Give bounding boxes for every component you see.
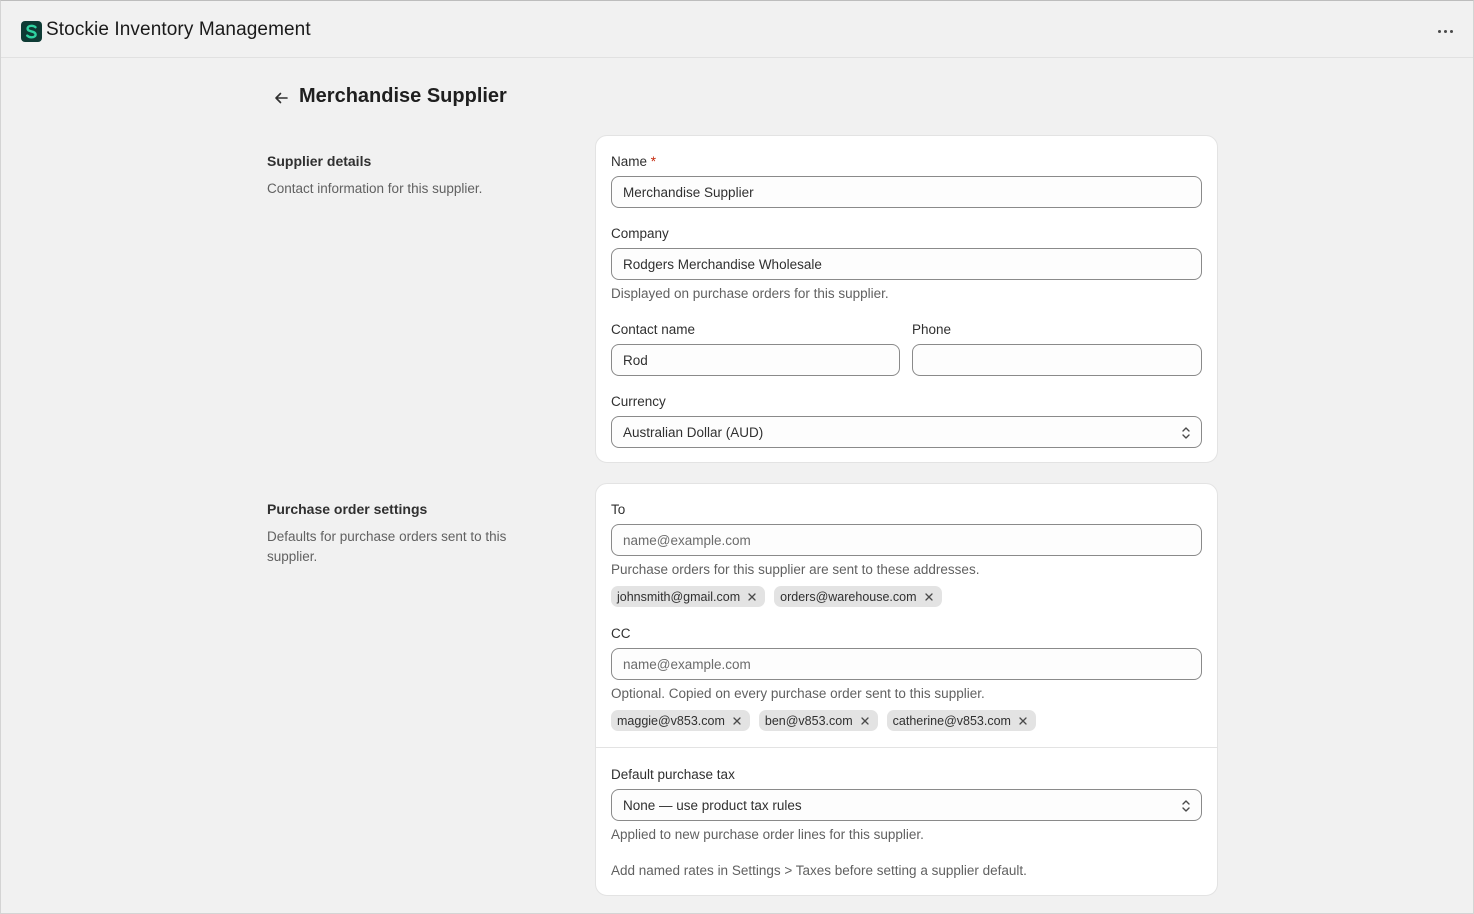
contact-name-label: Contact name [611, 322, 696, 337]
remove-icon[interactable] [922, 590, 936, 604]
name-label: Name * [611, 154, 657, 169]
select-chevron-icon [1182, 427, 1190, 439]
cc-email-chips: maggie@v853.com ben@v853.com catherine@v… [611, 710, 1036, 731]
section-divider [596, 747, 1217, 748]
company-help-text: Displayed on purchase orders for this su… [611, 286, 889, 301]
more-horizontal-icon[interactable] [1433, 21, 1457, 41]
email-chip: ben@v853.com [758, 710, 878, 731]
email-chip-label: orders@warehouse.com [780, 589, 917, 604]
default-tax-label: Default purchase tax [611, 767, 735, 782]
cc-email-input[interactable] [611, 648, 1202, 680]
remove-icon[interactable] [730, 714, 744, 728]
email-chip-label: johnsmith@gmail.com [617, 589, 741, 604]
currency-label: Currency [611, 394, 666, 409]
remove-icon[interactable] [858, 714, 872, 728]
supplier-details-card: Name * Company Displayed on purchase ord… [595, 135, 1218, 463]
app-header: Stockie Inventory Management [1, 1, 1473, 58]
default-tax-select-value: None — use product tax rules [623, 797, 802, 813]
default-tax-help-text: Applied to new purchase order lines for … [611, 827, 924, 842]
cc-label: CC [611, 626, 631, 641]
arrow-left-icon [275, 92, 288, 104]
app-window: Stockie Inventory Management Merchandise… [0, 0, 1474, 914]
select-chevron-icon [1182, 800, 1190, 812]
remove-icon[interactable] [745, 590, 759, 604]
email-chip-label: catherine@v853.com [892, 713, 1011, 728]
email-chip: catherine@v853.com [886, 710, 1036, 731]
default-tax-select[interactable]: None — use product tax rules [611, 789, 1202, 821]
to-email-input[interactable] [611, 524, 1202, 556]
page-title: Merchandise Supplier [299, 85, 507, 107]
remove-icon[interactable] [1016, 714, 1030, 728]
currency-select-value: Australian Dollar (AUD) [623, 424, 764, 440]
required-marker: * [650, 154, 657, 169]
purchase-order-settings-card: To Purchase orders for this supplier are… [595, 483, 1218, 896]
email-chip-label: maggie@v853.com [617, 713, 725, 728]
supplier-details-description: Contact information for this supplier. [267, 181, 483, 196]
to-label: To [611, 502, 626, 517]
company-input[interactable] [611, 248, 1202, 280]
to-help-text: Purchase orders for this supplier are se… [611, 562, 980, 577]
email-chip-label: ben@v853.com [764, 713, 853, 728]
back-button[interactable] [269, 86, 293, 110]
contact-name-input[interactable] [611, 344, 900, 376]
app-logo-icon [21, 21, 42, 42]
currency-select[interactable]: Australian Dollar (AUD) [611, 416, 1202, 448]
email-chip: orders@warehouse.com [774, 586, 942, 607]
tax-settings-note: Add named rates in Settings > Taxes befo… [611, 863, 1027, 878]
purchase-order-settings-title: Purchase order settings [267, 501, 428, 517]
app-title: Stockie Inventory Management [46, 19, 311, 40]
phone-input[interactable] [912, 344, 1202, 376]
supplier-details-title: Supplier details [267, 153, 372, 169]
cc-help-text: Optional. Copied on every purchase order… [611, 686, 985, 701]
purchase-order-settings-description: Defaults for purchase orders sent to thi… [267, 529, 507, 564]
email-chip: johnsmith@gmail.com [611, 586, 766, 607]
email-chip: maggie@v853.com [611, 710, 750, 731]
name-input[interactable] [611, 176, 1202, 208]
company-label: Company [611, 226, 669, 241]
phone-label: Phone [912, 322, 952, 337]
to-email-chips: johnsmith@gmail.com orders@warehouse.com [611, 586, 942, 607]
